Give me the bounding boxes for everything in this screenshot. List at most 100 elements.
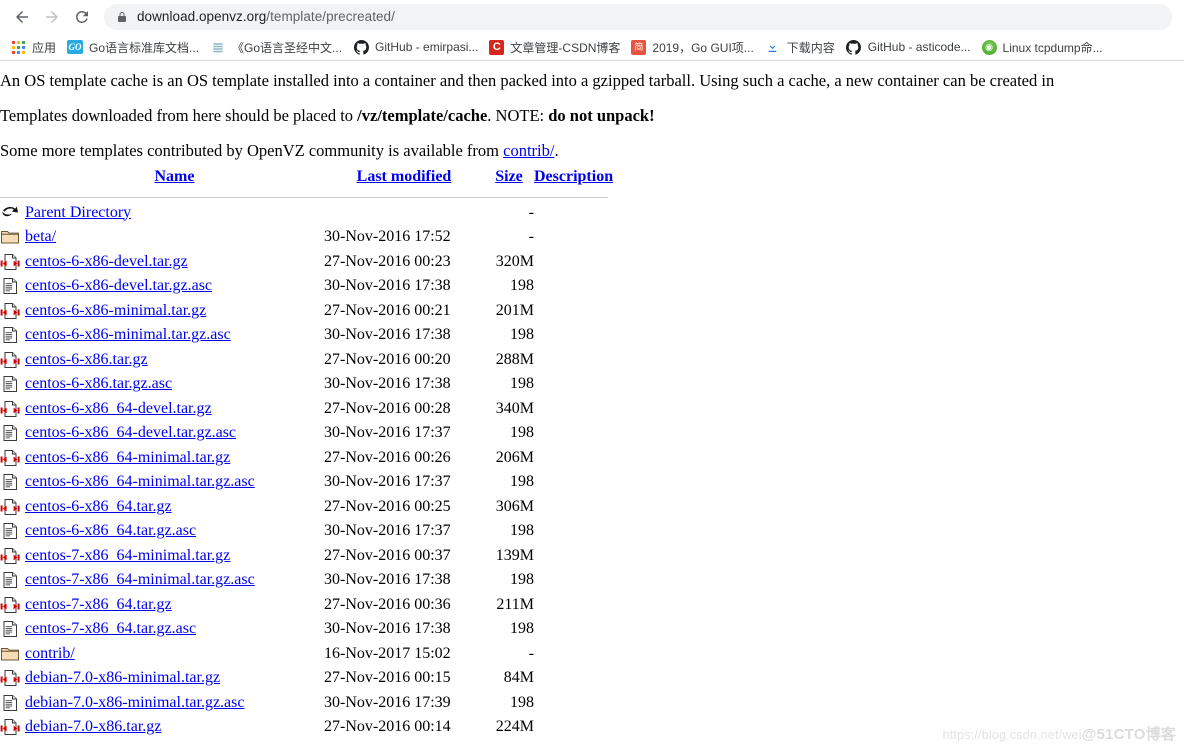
last-modified-cell: 30-Nov-2016 17:38	[324, 277, 451, 294]
size-cell: 206M	[495, 448, 534, 466]
bookmark-apps[interactable]: 应用	[6, 35, 63, 59]
size-cell: 198	[510, 473, 534, 490]
last-modified-cell: 30-Nov-2016 17:52	[324, 228, 451, 245]
file-link[interactable]: centos-7-x86_64.tar.gz	[25, 596, 172, 613]
last-modified-cell: 30-Nov-2016 17:37	[324, 424, 451, 441]
size-cell: 198	[510, 424, 534, 441]
file-link[interactable]: centos-6-x86_64-devel.tar.gz	[25, 400, 212, 417]
table-row: beta/30-Nov-2016 17:52 -	[0, 225, 608, 250]
file-link[interactable]: debian-7.0-x86.tar.gz	[25, 718, 161, 735]
description-cell	[534, 470, 608, 495]
table-row: debian-7.0-x86-minimal.tar.gz 27-Nov-2016…	[0, 666, 608, 691]
size-cell: 201M	[495, 301, 534, 319]
file-name-cell: centos-6-x86_64-devel.tar.gz.asc	[25, 421, 324, 446]
last-modified-cell: 27-Nov-2016 00:37	[324, 546, 451, 564]
sort-by-name-link[interactable]: Name	[155, 168, 195, 185]
bookmark-go-bible[interactable]: ≣ 《Go语言圣经中文...	[206, 35, 349, 59]
bookmark-jianshu[interactable]: 简 2019，Go GUI项...	[627, 35, 760, 59]
file-link[interactable]: centos-6-x86_64-minimal.tar.gz	[25, 449, 230, 466]
para2-mid: . NOTE:	[487, 106, 549, 125]
contrib-link[interactable]: contrib/	[503, 141, 554, 160]
table-row: centos-6-x86-devel.tar.gz 27-Nov-2016 00:…	[0, 250, 608, 275]
table-row: debian-7.0-x86.tar.gz 27-Nov-2016 00:14 22…	[0, 715, 608, 740]
file-link[interactable]: centos-6-x86_64.tar.gz.asc	[25, 522, 196, 539]
url-host: download.openvz.org	[137, 9, 267, 24]
file-link[interactable]: contrib/	[25, 645, 75, 662]
file-name-cell: centos-7-x86_64-minimal.tar.gz.asc	[25, 568, 324, 593]
file-name-cell: centos-6-x86_64.tar.gz.asc	[25, 519, 324, 544]
watermark-brand: @51CTO博客	[1081, 726, 1176, 743]
bookmark-label: GitHub - asticode...	[867, 40, 971, 54]
file-link[interactable]: centos-6-x86-minimal.tar.gz.asc	[25, 326, 231, 343]
address-bar[interactable]: download.openvz.org/template/precreated/	[104, 3, 1172, 30]
table-header-row: Name Last modified Size Description	[0, 165, 614, 190]
file-link[interactable]: centos-6-x86-devel.tar.gz	[25, 253, 188, 270]
file-name-cell: centos-6-x86_64-minimal.tar.gz	[25, 446, 324, 471]
file-link[interactable]: debian-7.0-x86-minimal.tar.gz.asc	[25, 694, 244, 711]
size-cell: 320M	[495, 252, 534, 270]
file-name-cell: Parent Directory	[25, 201, 324, 226]
size-cell: 211M	[496, 595, 534, 613]
bookmark-downloads[interactable]: 下载内容	[761, 35, 842, 59]
table-row: centos-6-x86_64-devel.tar.gz 27-Nov-2016 …	[0, 397, 608, 422]
file-name-cell: centos-6-x86-minimal.tar.gz.asc	[25, 323, 324, 348]
watermark-url: https://blog.csdn.net/wei	[942, 728, 1082, 742]
forward-button[interactable]	[38, 3, 66, 31]
size-cell: 306M	[495, 497, 534, 515]
file-link[interactable]: centos-6-x86-devel.tar.gz.asc	[25, 277, 212, 294]
bookmark-label: Go语言标准库文档...	[89, 40, 200, 55]
table-row: centos-6-x86-minimal.tar.gz 27-Nov-2016 0…	[0, 299, 608, 324]
file-link[interactable]: centos-6-x86.tar.gz	[25, 351, 148, 368]
bookmark-label: 文章管理-CSDN博客	[510, 40, 621, 55]
last-modified-cell: 30-Nov-2016 17:37	[324, 473, 451, 490]
file-link[interactable]: centos-7-x86_64-minimal.tar.gz.asc	[25, 571, 255, 588]
bookmark-github-asticode[interactable]: GitHub - asticode...	[842, 35, 978, 59]
para3-post: .	[554, 141, 559, 160]
bookmark-label: 下载内容	[786, 40, 835, 55]
description-cell	[534, 446, 608, 471]
back-button[interactable]	[8, 3, 36, 31]
intro-paragraph-3: Some more templates contributed by OpenV…	[0, 141, 559, 160]
divider	[0, 196, 608, 198]
table-row: centos-7-x86_64.tar.gz.asc 30-Nov-2016 17…	[0, 617, 608, 642]
page-content: An OS template cache is an OS template i…	[0, 61, 1184, 750]
file-link[interactable]: centos-6-x86_64-devel.tar.gz.asc	[25, 424, 236, 441]
table-row: centos-6-x86-minimal.tar.gz.asc 30-Nov-20…	[0, 323, 608, 348]
bookmark-go-docs[interactable]: GO Go语言标准库文档...	[63, 35, 206, 59]
last-modified-cell: 30-Nov-2016 17:39	[324, 693, 451, 711]
file-link[interactable]: centos-6-x86_64.tar.gz	[25, 498, 172, 515]
last-modified-cell: 30-Nov-2016 17:38	[324, 620, 451, 637]
file-link[interactable]: debian-7.0-x86-minimal.tar.gz	[25, 669, 220, 686]
text-icon	[0, 568, 25, 593]
description-cell	[534, 372, 608, 397]
go-icon: GO	[67, 40, 84, 54]
file-name-cell: centos-7-x86_64-minimal.tar.gz	[25, 544, 324, 569]
reload-button[interactable]	[68, 3, 96, 31]
url-text: download.openvz.org/template/precreated/	[137, 9, 395, 24]
file-name-cell: centos-7-x86_64.tar.gz	[25, 593, 324, 618]
github-icon	[353, 39, 369, 55]
file-link[interactable]: centos-7-x86_64-minimal.tar.gz	[25, 547, 230, 564]
file-link[interactable]: Parent Directory	[25, 204, 131, 221]
apps-grid-icon	[10, 39, 26, 55]
file-link[interactable]: centos-6-x86_64-minimal.tar.gz.asc	[25, 473, 255, 490]
description-cell	[534, 274, 608, 299]
bookmark-github-emirpasic[interactable]: GitHub - emirpasi...	[349, 35, 485, 59]
sort-by-modified-link[interactable]: Last modified	[357, 168, 452, 185]
sort-by-size-link[interactable]: Size	[495, 168, 523, 185]
table-row: centos-6-x86-devel.tar.gz.asc 30-Nov-2016…	[0, 274, 608, 299]
table-row: centos-6-x86_64-devel.tar.gz.asc 30-Nov-2…	[0, 421, 608, 446]
file-link[interactable]: beta/	[25, 228, 56, 245]
book-icon: ≣	[212, 39, 224, 55]
jianshu-icon: 简	[631, 39, 647, 55]
bookmark-linux-tcpdump[interactable]: ◉ Linux tcpdump命...	[978, 35, 1110, 59]
bookmark-csdn[interactable]: C 文章管理-CSDN博客	[485, 35, 627, 59]
description-cell	[534, 201, 608, 226]
sort-by-description-link[interactable]: Description	[534, 168, 613, 185]
file-link[interactable]: centos-6-x86-minimal.tar.gz	[25, 302, 206, 319]
para2-bold: do not unpack!	[548, 106, 655, 125]
browser-chrome: download.openvz.org/template/precreated/…	[0, 0, 1184, 61]
header-name: Name	[25, 165, 324, 190]
file-link[interactable]: centos-6-x86.tar.gz.asc	[25, 375, 172, 392]
file-link[interactable]: centos-7-x86_64.tar.gz.asc	[25, 620, 196, 637]
